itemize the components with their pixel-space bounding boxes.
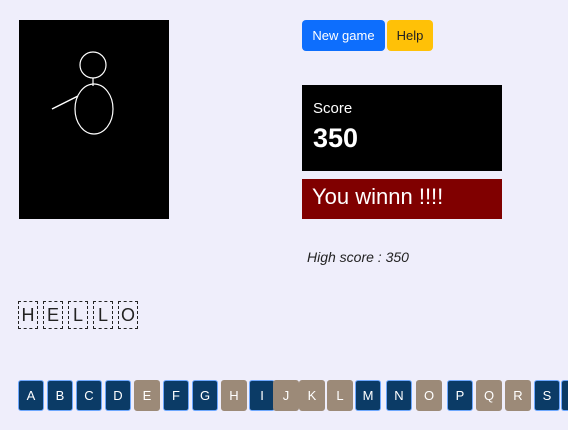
letter-key-l[interactable]: L (327, 380, 353, 411)
result-message: You winnn !!!! (312, 184, 444, 209)
letter-key-h[interactable]: H (221, 380, 247, 411)
letter-key-p[interactable]: P (447, 380, 473, 411)
letter-key-i[interactable]: I (249, 380, 275, 411)
score-panel: Score 350 (302, 85, 502, 171)
letter-key-m[interactable]: M (355, 380, 381, 411)
letter-key-n[interactable]: N (386, 380, 412, 411)
letter-key-g[interactable]: G (192, 380, 218, 411)
letter-key-e[interactable]: E (134, 380, 160, 411)
letter-key-j[interactable]: J (273, 380, 299, 411)
letter-key-a[interactable]: A (18, 380, 44, 411)
word-letter: L (93, 301, 113, 329)
score-value: 350 (313, 123, 359, 153)
letter-key-k[interactable]: K (299, 380, 325, 411)
hangman-canvas (19, 20, 169, 219)
letter-key-o[interactable]: O (416, 380, 442, 411)
letter-key-f[interactable]: F (163, 380, 189, 411)
score-label: Score (313, 100, 353, 117)
word-letter: H (18, 301, 38, 329)
letter-key-partial[interactable] (561, 380, 568, 411)
help-button[interactable]: Help (387, 20, 433, 51)
letter-key-r[interactable]: R (505, 380, 531, 411)
high-score-text: High score : 350 (307, 249, 409, 265)
word-letter: O (118, 301, 138, 329)
letter-key-c[interactable]: C (76, 380, 102, 411)
word-letter: L (68, 301, 88, 329)
hangman-head (79, 51, 107, 79)
word-letter: E (43, 301, 63, 329)
letter-key-s[interactable]: S (534, 380, 560, 411)
letter-key-q[interactable]: Q (476, 380, 502, 411)
hangman-left-arm (51, 95, 79, 110)
new-game-button[interactable]: New game (302, 20, 385, 51)
letter-key-d[interactable]: D (105, 380, 131, 411)
hangman-drawing (51, 51, 114, 135)
result-banner: You winnn !!!! (302, 179, 502, 219)
hangman-body (74, 83, 114, 135)
letter-key-b[interactable]: B (47, 380, 73, 411)
